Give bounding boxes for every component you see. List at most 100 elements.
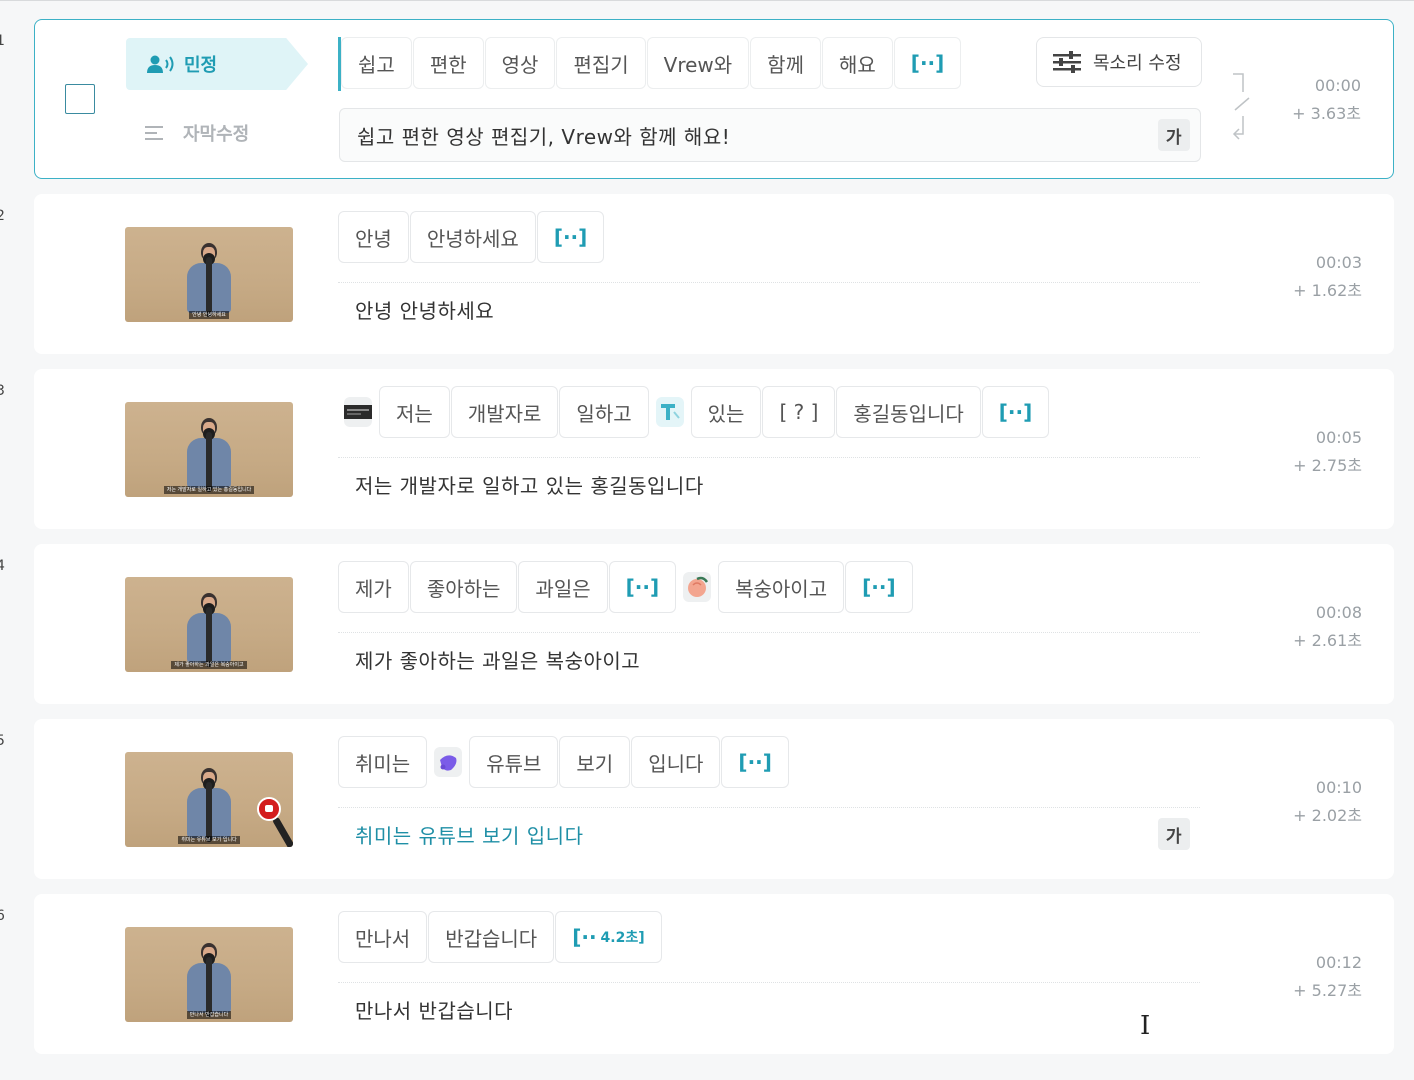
clip-thumbnail[interactable]: 안녕 안녕하세요 — [125, 227, 293, 322]
media-chip[interactable] — [677, 561, 717, 613]
silence-label: [·· — [572, 925, 597, 949]
clip-duration: + 5.27초 — [1293, 981, 1362, 1000]
word-chip[interactable]: 제가 — [338, 561, 409, 613]
clip-time: 00:00 + 3.63초 — [1292, 72, 1361, 128]
text-style-button[interactable]: 가 — [1158, 818, 1190, 850]
silence-chip[interactable]: [··] — [893, 37, 962, 89]
clip-row[interactable]: 저는 개발자로 일하고 있는 홍길동입니다 저는 개발자로 일하고 있는 [ ?… — [34, 369, 1394, 529]
clip-start-time: 00:05 — [1315, 428, 1362, 447]
speaker-name: 민정 — [184, 55, 218, 76]
word-chip[interactable]: 취미는 — [338, 736, 428, 788]
youtube-sticker-icon — [257, 797, 281, 821]
word-chip[interactable]: 함께 — [750, 37, 821, 89]
word-chip[interactable]: 해요 — [821, 37, 893, 89]
voice-edit-button[interactable]: 목소리 수정 — [1036, 37, 1202, 87]
clip-duration: + 2.61초 — [1293, 631, 1362, 650]
silence-chip[interactable]: [··] — [845, 561, 913, 613]
silence-chip[interactable]: [·· 4.2초] — [555, 911, 662, 963]
word-chip-list: 제가 좋아하는 과일은 [··] 복숭아이고 [··] — [338, 561, 914, 615]
clip-row-active[interactable]: 민정 자막수정 쉽고 편한 영상 편집기 Vrew와 함께 해요 [··] 목소… — [34, 19, 1394, 179]
word-chip[interactable]: 쉽고 — [341, 37, 412, 89]
word-chip[interactable]: 편집기 — [556, 37, 646, 89]
silence-chip[interactable]: [··] — [981, 386, 1050, 438]
clip-select-checkbox[interactable] — [65, 84, 95, 114]
clip-row[interactable]: 취미는 유튜브 보기 입니다 취미는 유튜브 보기 입니다 [··] 취미는 유… — [34, 719, 1394, 879]
speaker-tab[interactable]: 민정 — [126, 38, 308, 90]
word-chip[interactable]: 편한 — [412, 37, 484, 89]
clip-duration: + 2.02초 — [1293, 806, 1362, 825]
silence-duration: 4.2초] — [600, 930, 645, 946]
clip-number: 1 — [0, 33, 5, 49]
clip-row[interactable]: 안녕 안녕하세요 안녕 안녕하세요 [··] 안녕 안녕하세요 00:03 + … — [34, 194, 1394, 354]
subtitle-input[interactable]: 쉽고 편한 영상 편집기, Vrew와 함께 해요! 가 — [339, 108, 1201, 162]
word-chip[interactable]: 개발자로 — [450, 386, 559, 438]
word-chip-list: 만나서 반갑습니다 [·· 4.2초] — [338, 911, 663, 965]
silence-chip[interactable]: [··] — [608, 561, 677, 613]
word-chip[interactable]: 좋아하는 — [409, 561, 518, 613]
word-chip[interactable]: 있는 — [690, 386, 762, 438]
clip-time: 00:12 + 5.27초 — [1293, 949, 1362, 1005]
clip-start-time: 00:08 — [1315, 603, 1362, 622]
word-chip[interactable]: 안녕하세요 — [409, 211, 536, 263]
subtitle-edit-tab[interactable]: 자막수정 — [145, 120, 249, 146]
word-chip-list: 저는 개발자로 일하고 있는 [ ? ] 홍길동입니다 [··] — [338, 386, 1050, 440]
clip-start-time: 00:10 — [1315, 778, 1362, 797]
thumb-caption: 취미는 유튜브 보기 입니다 — [178, 836, 240, 844]
media-chip[interactable] — [338, 386, 378, 438]
clip-thumbnail[interactable]: 취미는 유튜브 보기 입니다 — [125, 752, 293, 847]
text-cursor-icon: I — [1140, 1011, 1151, 1041]
text-effect-icon — [655, 397, 684, 427]
clip-number: 6 — [0, 908, 5, 924]
clip-start-time: 00:03 — [1315, 253, 1362, 272]
subtitle-text: 만나서 반갑습니다 — [355, 999, 514, 1023]
word-chip[interactable]: 영상 — [484, 37, 556, 89]
subtitle-input[interactable]: 취미는 유튜브 보기 입니다 가 — [338, 807, 1200, 861]
word-chip[interactable]: 만나서 — [338, 911, 428, 963]
subtitle-input[interactable]: 제가 좋아하는 과일은 복숭아이고 — [338, 632, 1200, 686]
clip-number: 2 — [0, 208, 5, 224]
clip-thumbnail[interactable]: 제가 좋아하는 과일은 복숭아이고 — [125, 577, 293, 672]
text-style-button[interactable]: 가 — [1158, 119, 1190, 151]
clip-number: 5 — [0, 733, 5, 749]
word-chip[interactable]: 보기 — [559, 736, 631, 788]
media-chip[interactable] — [428, 736, 468, 788]
subtitle-input[interactable]: 안녕 안녕하세요 — [338, 282, 1200, 336]
clip-thumbnail[interactable]: 만나서 반갑습니다 — [125, 927, 293, 1022]
silence-chip[interactable]: [··] — [721, 736, 789, 788]
clip-number: 4 — [0, 558, 5, 574]
clip-start-time: 00:00 — [1314, 76, 1361, 95]
word-chip[interactable]: 안녕 — [338, 211, 409, 263]
clip-thumbnail[interactable]: 저는 개발자로 일하고 있는 홍길동입니다 — [125, 402, 293, 497]
subtitle-text: 쉽고 편한 영상 편집기, Vrew와 함께 해요! — [357, 124, 731, 149]
clip-duration: + 2.75초 — [1293, 456, 1362, 475]
word-chip[interactable]: 일하고 — [559, 386, 649, 438]
word-chip-list: 안녕 안녕하세요 [··] — [338, 211, 605, 265]
word-chip[interactable]: 복숭아이고 — [718, 561, 845, 613]
media-chip[interactable] — [650, 386, 690, 438]
sticker-icon — [434, 747, 463, 777]
subtitle-edit-label: 자막수정 — [183, 124, 250, 145]
clip-number: 3 — [0, 383, 5, 399]
clip-row[interactable]: 만나서 반갑습니다 만나서 반갑습니다 [·· 4.2초] 만나서 반갑습니다 … — [34, 894, 1394, 1054]
thumb-caption: 저는 개발자로 일하고 있는 홍길동입니다 — [163, 486, 255, 494]
subtitle-input[interactable]: 저는 개발자로 일하고 있는 홍길동입니다 — [338, 457, 1200, 511]
word-chip[interactable]: 과일은 — [518, 561, 608, 613]
thumb-caption: 제가 좋아하는 과일은 복숭아이고 — [171, 661, 247, 669]
word-chip[interactable]: Vrew와 — [646, 37, 750, 89]
subtitle-input[interactable]: 만나서 반갑습니다 — [338, 982, 1200, 1036]
video-clip-icon — [344, 397, 372, 427]
merge-clips-icon[interactable] — [1231, 72, 1255, 142]
word-chip[interactable]: 홍길동입니다 — [836, 386, 981, 438]
word-chip[interactable]: 반갑습니다 — [428, 911, 555, 963]
word-chip[interactable]: 입니다 — [631, 736, 721, 788]
subtitle-text: 안녕 안녕하세요 — [355, 299, 495, 323]
clip-duration: + 3.63초 — [1292, 104, 1361, 123]
silence-chip[interactable]: [··] — [536, 211, 605, 263]
clip-time: 00:03 + 1.62초 — [1293, 249, 1362, 305]
unknown-word-chip[interactable]: [ ? ] — [762, 386, 836, 438]
word-chip[interactable]: 저는 — [379, 386, 450, 438]
thumb-caption: 안녕 안녕하세요 — [189, 311, 229, 319]
clip-row[interactable]: 제가 좋아하는 과일은 복숭아이고 제가 좋아하는 과일은 [··] 복숭아이고… — [34, 544, 1394, 704]
word-chip[interactable]: 유튜브 — [469, 736, 559, 788]
clip-start-time: 00:12 — [1315, 953, 1362, 972]
